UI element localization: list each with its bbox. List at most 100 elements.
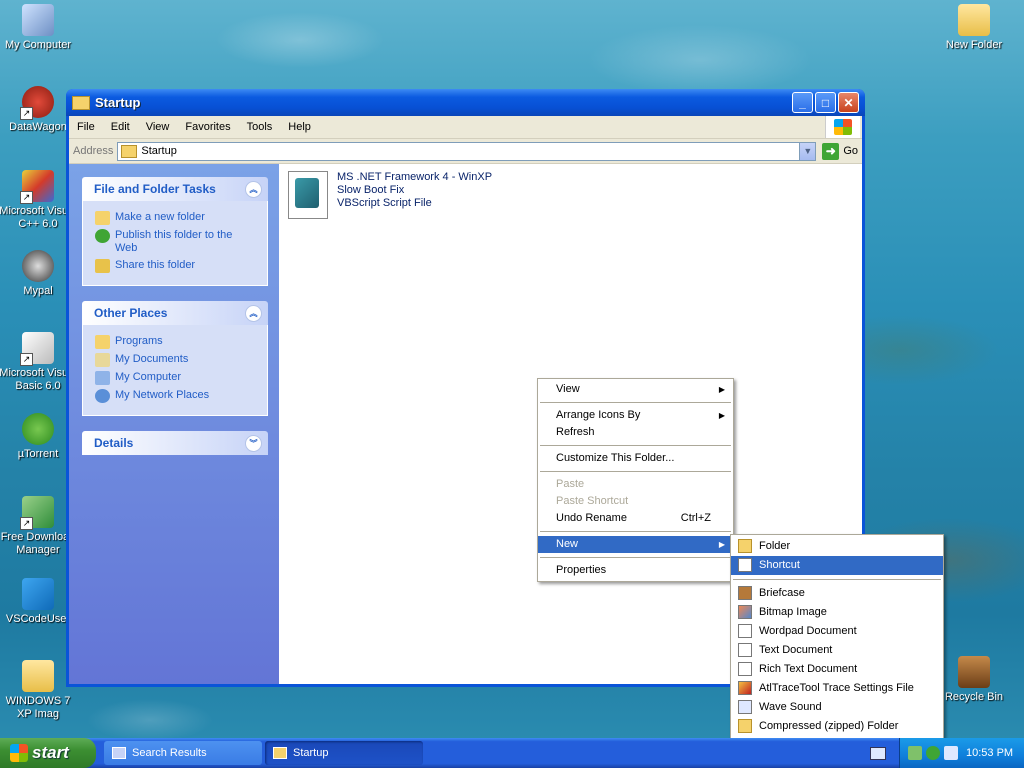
new-wordpad-item[interactable]: Wordpad Document <box>731 622 943 641</box>
menu-item-customize[interactable]: Customize This Folder... <box>538 450 733 467</box>
new-zip-folder-item[interactable]: Compressed (zipped) Folder <box>731 717 943 736</box>
folder-icon <box>273 747 287 759</box>
go-arrow-icon: ➜ <box>822 142 840 160</box>
menu-item-paste-shortcut: Paste Shortcut <box>556 495 629 507</box>
folder-icon <box>738 539 752 553</box>
desktop-icon-label: WINDOWS 7 XP Imag <box>5 695 71 720</box>
place-label: Programs <box>115 335 163 347</box>
menu-item-properties[interactable]: Properties <box>538 562 733 579</box>
undo-shortcut: Ctrl+Z <box>680 512 711 524</box>
taskbar-item-startup[interactable]: Startup <box>265 741 423 765</box>
briefcase-icon <box>738 586 752 600</box>
collapse-chevron-icon[interactable]: ︽ <box>245 305 262 322</box>
network-tray-icon[interactable] <box>908 746 922 760</box>
maximize-button[interactable]: □ <box>815 92 836 113</box>
panel-header[interactable]: File and Folder Tasks ︽ <box>82 177 268 201</box>
place-my-computer[interactable]: My Computer <box>95 371 257 385</box>
folder-icon <box>121 144 138 158</box>
menu-item-refresh[interactable]: Refresh <box>538 424 733 441</box>
menu-help[interactable]: Help <box>280 121 319 133</box>
task-make-new-folder[interactable]: Make a new folder <box>95 211 257 225</box>
network-icon <box>95 389 110 403</box>
panel-header[interactable]: Details ︾ <box>82 431 268 455</box>
desktop-icon-new-folder[interactable]: New Folder <box>934 4 1014 52</box>
new-atltracetool-item[interactable]: AtlTraceTool Trace Settings File <box>731 679 943 698</box>
place-network-places[interactable]: My Network Places <box>95 389 257 403</box>
menu-item-arrange-icons[interactable]: Arrange Icons By ▶ <box>538 407 733 424</box>
visual-basic-icon <box>20 332 54 366</box>
start-button[interactable]: start <box>0 738 96 768</box>
task-share-folder[interactable]: Share this folder <box>95 259 257 273</box>
task-label: Search Results <box>132 747 207 759</box>
go-label: Go <box>843 145 858 157</box>
close-button[interactable]: ✕ <box>838 92 859 113</box>
menu-file[interactable]: File <box>69 121 103 133</box>
mypal-icon <box>22 250 54 282</box>
submenu-arrow-icon: ▶ <box>718 411 725 420</box>
menu-separator <box>540 557 731 558</box>
new-bitmap-item[interactable]: Bitmap Image <box>731 603 943 622</box>
volume-tray-icon[interactable] <box>944 746 958 760</box>
minimize-button[interactable]: _ <box>792 92 813 113</box>
computer-icon <box>95 371 110 385</box>
desktop-icon-label: µTorrent <box>17 448 59 460</box>
menu-item-undo-rename[interactable]: Undo Rename Ctrl+Z <box>538 510 733 527</box>
new-text-document-item[interactable]: Text Document <box>731 641 943 660</box>
place-programs[interactable]: Programs <box>95 335 257 349</box>
wave-sound-icon <box>738 700 752 714</box>
address-value: Startup <box>141 145 177 157</box>
window-title: Startup <box>95 95 141 110</box>
new-folder-icon <box>95 211 110 225</box>
details-panel: Details ︾ <box>82 431 268 455</box>
address-dropdown-button[interactable]: ▼ <box>799 142 816 160</box>
go-button[interactable]: ➜ Go <box>822 142 858 160</box>
new-folder-item[interactable]: Folder <box>731 537 943 556</box>
documents-icon <box>95 353 110 367</box>
keyboard-icon[interactable] <box>870 747 886 760</box>
utorrent-tray-icon[interactable] <box>926 746 940 760</box>
new-briefcase-item[interactable]: Briefcase <box>731 584 943 603</box>
new-wave-sound-item[interactable]: Wave Sound <box>731 698 943 717</box>
panel-header[interactable]: Other Places ︽ <box>82 301 268 325</box>
taskbar-item-search-results[interactable]: Search Results <box>104 741 262 765</box>
menu-item-view[interactable]: View ▶ <box>538 381 733 398</box>
start-label: start <box>32 743 69 762</box>
clock[interactable]: 10:53 PM <box>966 747 1013 759</box>
desktop-icon-label: VSCodeUser <box>5 613 71 625</box>
desktop-icon-label: DataWagon <box>9 121 67 133</box>
desktop-icon-my-computer[interactable]: My Computer <box>0 4 78 52</box>
menu-separator <box>540 402 731 403</box>
file-name-line2: Slow Boot Fix <box>337 184 405 196</box>
recycle-bin-icon <box>958 656 990 688</box>
zip-folder-icon <box>738 719 752 733</box>
task-pane: File and Folder Tasks ︽ Make a new folde… <box>69 164 279 684</box>
menu-separator <box>540 445 731 446</box>
task-label: Publish this folder to the Web <box>115 229 233 254</box>
expand-chevron-icon[interactable]: ︾ <box>245 435 262 452</box>
menu-tools[interactable]: Tools <box>239 121 281 133</box>
new-shortcut-item[interactable]: Shortcut <box>731 556 943 575</box>
task-label: Share this folder <box>115 259 196 271</box>
desktop-icon-label: Mypal <box>23 285 53 297</box>
address-field[interactable]: Startup ▼ <box>117 141 817 161</box>
menu-item-new[interactable]: New ▶ <box>538 536 733 553</box>
file-item[interactable]: MS .NET Framework 4 - WinXP Slow Boot Fi… <box>288 171 492 219</box>
menu-favorites[interactable]: Favorites <box>177 121 238 133</box>
file-type: VBScript Script File <box>337 197 432 209</box>
computer-icon <box>22 4 54 36</box>
place-my-documents[interactable]: My Documents <box>95 353 257 367</box>
title-bar[interactable]: Startup _ □ ✕ <box>66 89 865 116</box>
menu-view[interactable]: View <box>138 121 178 133</box>
address-bar: Address Startup ▼ ➜ Go <box>69 139 862 164</box>
panel-title: Other Places <box>94 306 168 320</box>
vscode-icon <box>22 578 54 610</box>
new-rich-text-item[interactable]: Rich Text Document <box>731 660 943 679</box>
file-info: MS .NET Framework 4 - WinXP Slow Boot Fi… <box>337 171 492 219</box>
task-publish-web[interactable]: Publish this folder to the Web <box>95 229 257 255</box>
collapse-chevron-icon[interactable]: ︽ <box>245 181 262 198</box>
menu-edit[interactable]: Edit <box>103 121 138 133</box>
desktop-icon-recycle-bin[interactable]: Recycle Bin <box>934 656 1014 704</box>
download-manager-icon <box>20 496 54 530</box>
task-label: Startup <box>293 747 329 759</box>
rich-text-icon <box>738 662 752 676</box>
